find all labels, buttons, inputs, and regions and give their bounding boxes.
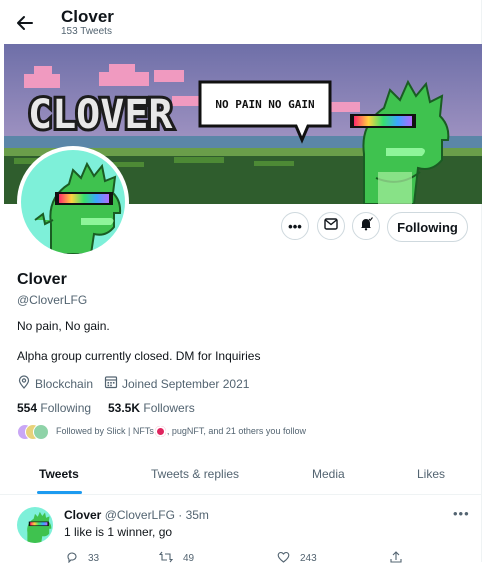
following-count: 554 (17, 401, 38, 415)
banner-logo-text-fill: CLOVER (28, 92, 173, 138)
tab-tweets[interactable]: Tweets (39, 467, 79, 481)
tab-media[interactable]: Media (312, 467, 345, 481)
share-button[interactable] (390, 551, 402, 566)
notification-bell-icon (359, 216, 373, 236)
calendar-icon (104, 375, 118, 392)
reply-icon (66, 551, 78, 566)
follower-avatars (17, 424, 49, 440)
tab-likes[interactable]: Likes (417, 467, 445, 481)
profile-tabs: Tweets Tweets & replies Media Likes (0, 458, 481, 495)
followed-by-text: Followed by Slick | NFTs (56, 426, 154, 436)
like-icon (277, 551, 290, 566)
share-icon (390, 551, 402, 566)
join-date: Joined September 2021 (104, 375, 249, 392)
tab-tweets-replies[interactable]: Tweets & replies (151, 467, 239, 481)
retweet-icon (158, 551, 174, 566)
like-button[interactable]: 243 (277, 551, 317, 566)
retweet-button[interactable]: 49 (158, 551, 195, 566)
target-emoji-icon (154, 425, 166, 437)
tweet-header: Clover @CloverLFG · 35m (64, 508, 209, 522)
profile-handle: @CloverLFG (17, 293, 88, 307)
banner-speech-text: NO PAIN NO GAIN (215, 98, 314, 111)
following-label: Following (40, 401, 92, 415)
tweet-text: 1 like is 1 winner, go (64, 525, 173, 539)
more-options-button[interactable]: ••• (281, 212, 309, 240)
notifications-button[interactable] (352, 212, 380, 240)
followers-count-link[interactable]: 53.5K Followers (108, 401, 195, 415)
message-button[interactable] (317, 212, 345, 240)
active-tab-indicator (37, 491, 82, 494)
followers-label: Followers (143, 401, 195, 415)
following-button[interactable]: Following (387, 212, 468, 242)
tweet-count: 153 Tweets (61, 26, 112, 37)
reply-button[interactable]: 33 (66, 551, 99, 566)
followed-by[interactable]: Followed by Slick | NFTs , pugNFT, and 2… (17, 424, 306, 440)
bio-line-2: Alpha group currently closed. DM for Inq… (17, 349, 261, 363)
location-icon (17, 375, 31, 392)
tweet-more-icon[interactable]: ••• (453, 506, 470, 521)
location-text: Blockchain (35, 376, 94, 391)
followed-by-rest: , pugNFT, and 21 others you follow (166, 426, 306, 436)
tweet-avatar[interactable] (17, 507, 53, 543)
mail-icon (324, 217, 338, 235)
like-count: 243 (300, 553, 317, 564)
bio-line-1: No pain, No gain. (17, 319, 110, 333)
location: Blockchain (17, 375, 93, 392)
tweet-author-name[interactable]: Clover (64, 508, 101, 522)
back-arrow-icon[interactable] (14, 12, 36, 34)
more-icon: ••• (288, 218, 302, 234)
reply-count: 33 (88, 553, 100, 564)
retweet-count: 49 (183, 553, 195, 564)
tweet-handle-time: @CloverLFG · 35m (104, 508, 209, 522)
join-date-text: Joined September 2021 (122, 376, 250, 391)
page-title: Clover (61, 7, 114, 26)
top-bar: Clover 153 Tweets (0, 0, 481, 44)
followers-count: 53.5K (108, 401, 141, 415)
profile-avatar[interactable] (17, 146, 129, 258)
following-count-link[interactable]: 554 Following (17, 401, 91, 415)
profile-name: Clover (17, 271, 67, 288)
